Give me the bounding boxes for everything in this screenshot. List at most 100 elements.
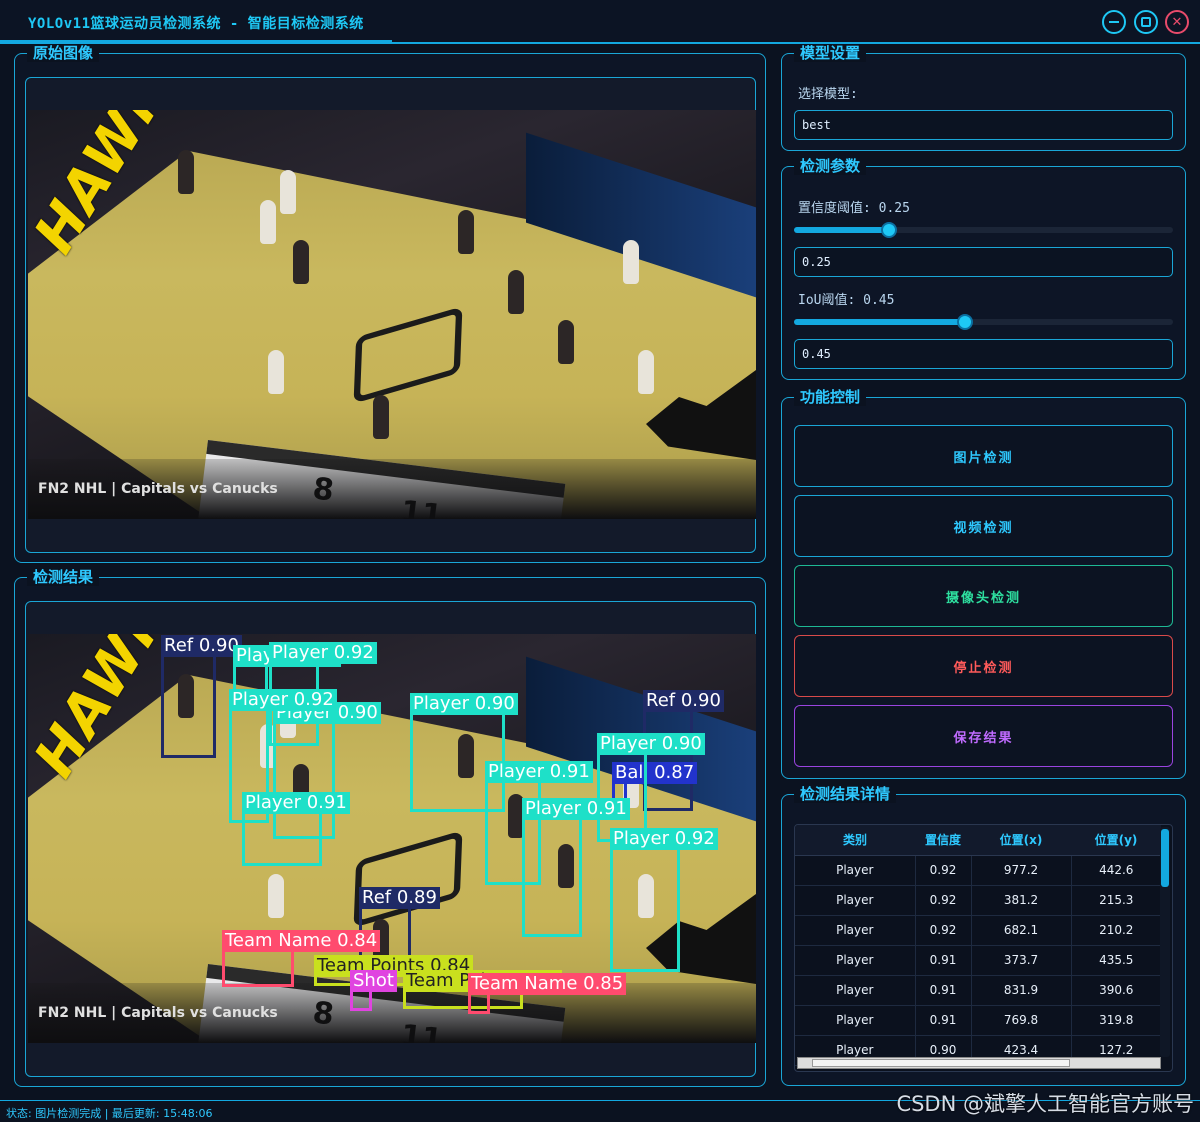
person	[280, 694, 296, 738]
iou-input[interactable]: 0.45	[794, 339, 1173, 369]
iou-slider-handle[interactable]	[956, 314, 973, 330]
person	[458, 734, 474, 778]
confidence-label: 置信度阈值: 0.25	[798, 201, 910, 216]
maximize-icon	[1141, 17, 1151, 27]
table-row[interactable]: Player 0.91 831.9 390.6	[795, 975, 1161, 1006]
results-table-frame: 类别 置信度 位置(x) 位置(y) Player 0.92 977.2 442.6 P…	[794, 824, 1173, 1072]
person	[373, 919, 389, 963]
model-settings-panel: 模型设置 选择模型: best	[781, 44, 1186, 151]
table-cell: 0.92	[915, 855, 972, 886]
table-row[interactable]: Player 0.91 769.8 319.8	[795, 1005, 1161, 1036]
close-icon: ✕	[1171, 14, 1183, 30]
person	[268, 350, 284, 394]
person	[638, 350, 654, 394]
person	[178, 674, 194, 718]
original-image-title: 原始图像	[27, 44, 100, 62]
detect-params-title: 检测参数	[794, 157, 867, 175]
status-text: 状态: 图片检测完成 | 最后更新: 15:48:06	[6, 1107, 213, 1120]
header-class[interactable]: 类别	[795, 825, 915, 856]
iou-label: IoU阈值: 0.45	[798, 293, 895, 308]
table-cell: 319.8	[1071, 1005, 1161, 1036]
person	[558, 320, 574, 364]
confidence-slider-fill	[794, 227, 889, 233]
minimize-button[interactable]	[1102, 10, 1126, 34]
table-cell: Player	[795, 945, 916, 976]
table-cell: 0.91	[915, 975, 972, 1006]
detection-result-frame: HAWKEYES 8 11 FN2 NHL | Capitals vs Canu…	[25, 601, 756, 1077]
person	[458, 210, 474, 254]
select-model-label: 选择模型:	[798, 87, 858, 102]
detect-params-panel: 检测参数 置信度阈值: 0.25 0.25 IoU阈值: 0.45 0.45	[781, 157, 1186, 380]
close-button[interactable]: ✕	[1165, 10, 1189, 34]
court-scene: HAWKEYES 8 11 FN2 NHL | Capitals vs Canu…	[28, 110, 756, 519]
table-row[interactable]: Player 0.91 373.7 435.5	[795, 945, 1161, 976]
header-pos-x[interactable]: 位置(x)	[971, 825, 1071, 856]
detection-result-image: HAWKEYES 8 11 FN2 NHL | Capitals vs Canu…	[28, 634, 756, 1043]
person	[623, 240, 639, 284]
person	[508, 270, 524, 314]
header-pos-y[interactable]: 位置(y)	[1071, 825, 1161, 856]
table-cell: 831.9	[971, 975, 1072, 1006]
table-cell: 0.92	[915, 885, 972, 916]
stop-detect-button[interactable]: 停止检测	[794, 635, 1173, 697]
court-scene: HAWKEYES 8 11 FN2 NHL | Capitals vs Canu…	[28, 634, 756, 1043]
maximize-button[interactable]	[1134, 10, 1158, 34]
window-title: YOLOv11篮球运动员检测系统 - 智能目标检测系统	[28, 16, 364, 32]
image-detect-button[interactable]: 图片检测	[794, 425, 1173, 487]
vertical-scroll-thumb[interactable]	[1161, 829, 1169, 887]
save-result-button[interactable]: 保存结果	[794, 705, 1173, 767]
detection-result-panel: 检测结果 HAWKEYES 8 11 FN2 NHL | Capitals vs…	[14, 568, 766, 1087]
video-detect-button[interactable]: 视频检测	[794, 495, 1173, 557]
person	[260, 200, 276, 244]
iou-slider[interactable]	[794, 314, 1173, 330]
person	[623, 764, 639, 808]
results-table-body: Player 0.92 977.2 442.6 Player 0.92 381.2 215.3…	[795, 855, 1161, 1066]
table-cell: 435.5	[1071, 945, 1161, 976]
table-cell: 442.6	[1071, 855, 1161, 886]
original-image-frame: HAWKEYES 8 11 FN2 NHL | Capitals vs Canu…	[25, 77, 756, 553]
vertical-scrollbar[interactable]	[1160, 827, 1170, 1057]
results-table: 类别 置信度 位置(x) 位置(y) Player 0.92 977.2 442.6 P…	[795, 825, 1161, 1066]
confidence-input[interactable]: 0.25	[794, 247, 1173, 277]
table-cell: 977.2	[971, 855, 1072, 886]
table-cell: Player	[795, 975, 916, 1006]
person	[268, 874, 284, 918]
confidence-slider-handle[interactable]	[880, 222, 897, 238]
camera-detect-button[interactable]: 摄像头检测	[794, 565, 1173, 627]
detection-result-title: 检测结果	[27, 568, 100, 586]
person	[508, 794, 524, 838]
person	[373, 395, 389, 439]
table-cell: 215.3	[1071, 885, 1161, 916]
model-select[interactable]: best	[794, 110, 1173, 140]
table-cell: 381.2	[971, 885, 1072, 916]
table-row[interactable]: Player 0.92 381.2 215.3	[795, 885, 1161, 916]
table-cell: Player	[795, 885, 916, 916]
person	[293, 764, 309, 808]
table-row[interactable]: Player 0.92 682.1 210.2	[795, 915, 1161, 946]
horizontal-scroll-thumb[interactable]	[812, 1059, 1070, 1067]
iou-slider-fill	[794, 319, 965, 325]
tv-ticker: FN2 NHL | Capitals vs Canucks	[28, 983, 756, 1043]
horizontal-scrollbar[interactable]	[797, 1057, 1161, 1069]
minimize-icon	[1109, 21, 1119, 23]
person	[178, 150, 194, 194]
table-cell: 769.8	[971, 1005, 1072, 1036]
table-cell: Player	[795, 855, 916, 886]
original-image: HAWKEYES 8 11 FN2 NHL | Capitals vs Canu…	[28, 110, 756, 519]
header-confidence[interactable]: 置信度	[915, 825, 971, 856]
watermark: CSDN @斌擎人工智能官方账号	[896, 1092, 1194, 1116]
results-detail-title: 检测结果详情	[794, 785, 897, 803]
ticker-text: FN2 NHL | Capitals vs Canucks	[38, 1005, 278, 1021]
confidence-slider[interactable]	[794, 222, 1173, 238]
person	[260, 724, 276, 768]
ticker-text: FN2 NHL | Capitals vs Canucks	[38, 481, 278, 497]
table-cell: 373.7	[971, 945, 1072, 976]
person	[558, 844, 574, 888]
table-row[interactable]: Player 0.92 977.2 442.6	[795, 855, 1161, 886]
controls-title: 功能控制	[794, 388, 867, 406]
tv-ticker: FN2 NHL | Capitals vs Canucks	[28, 459, 756, 519]
person	[638, 874, 654, 918]
table-cell: 682.1	[971, 915, 1072, 946]
table-cell: 0.92	[915, 915, 972, 946]
model-settings-title: 模型设置	[794, 44, 867, 62]
